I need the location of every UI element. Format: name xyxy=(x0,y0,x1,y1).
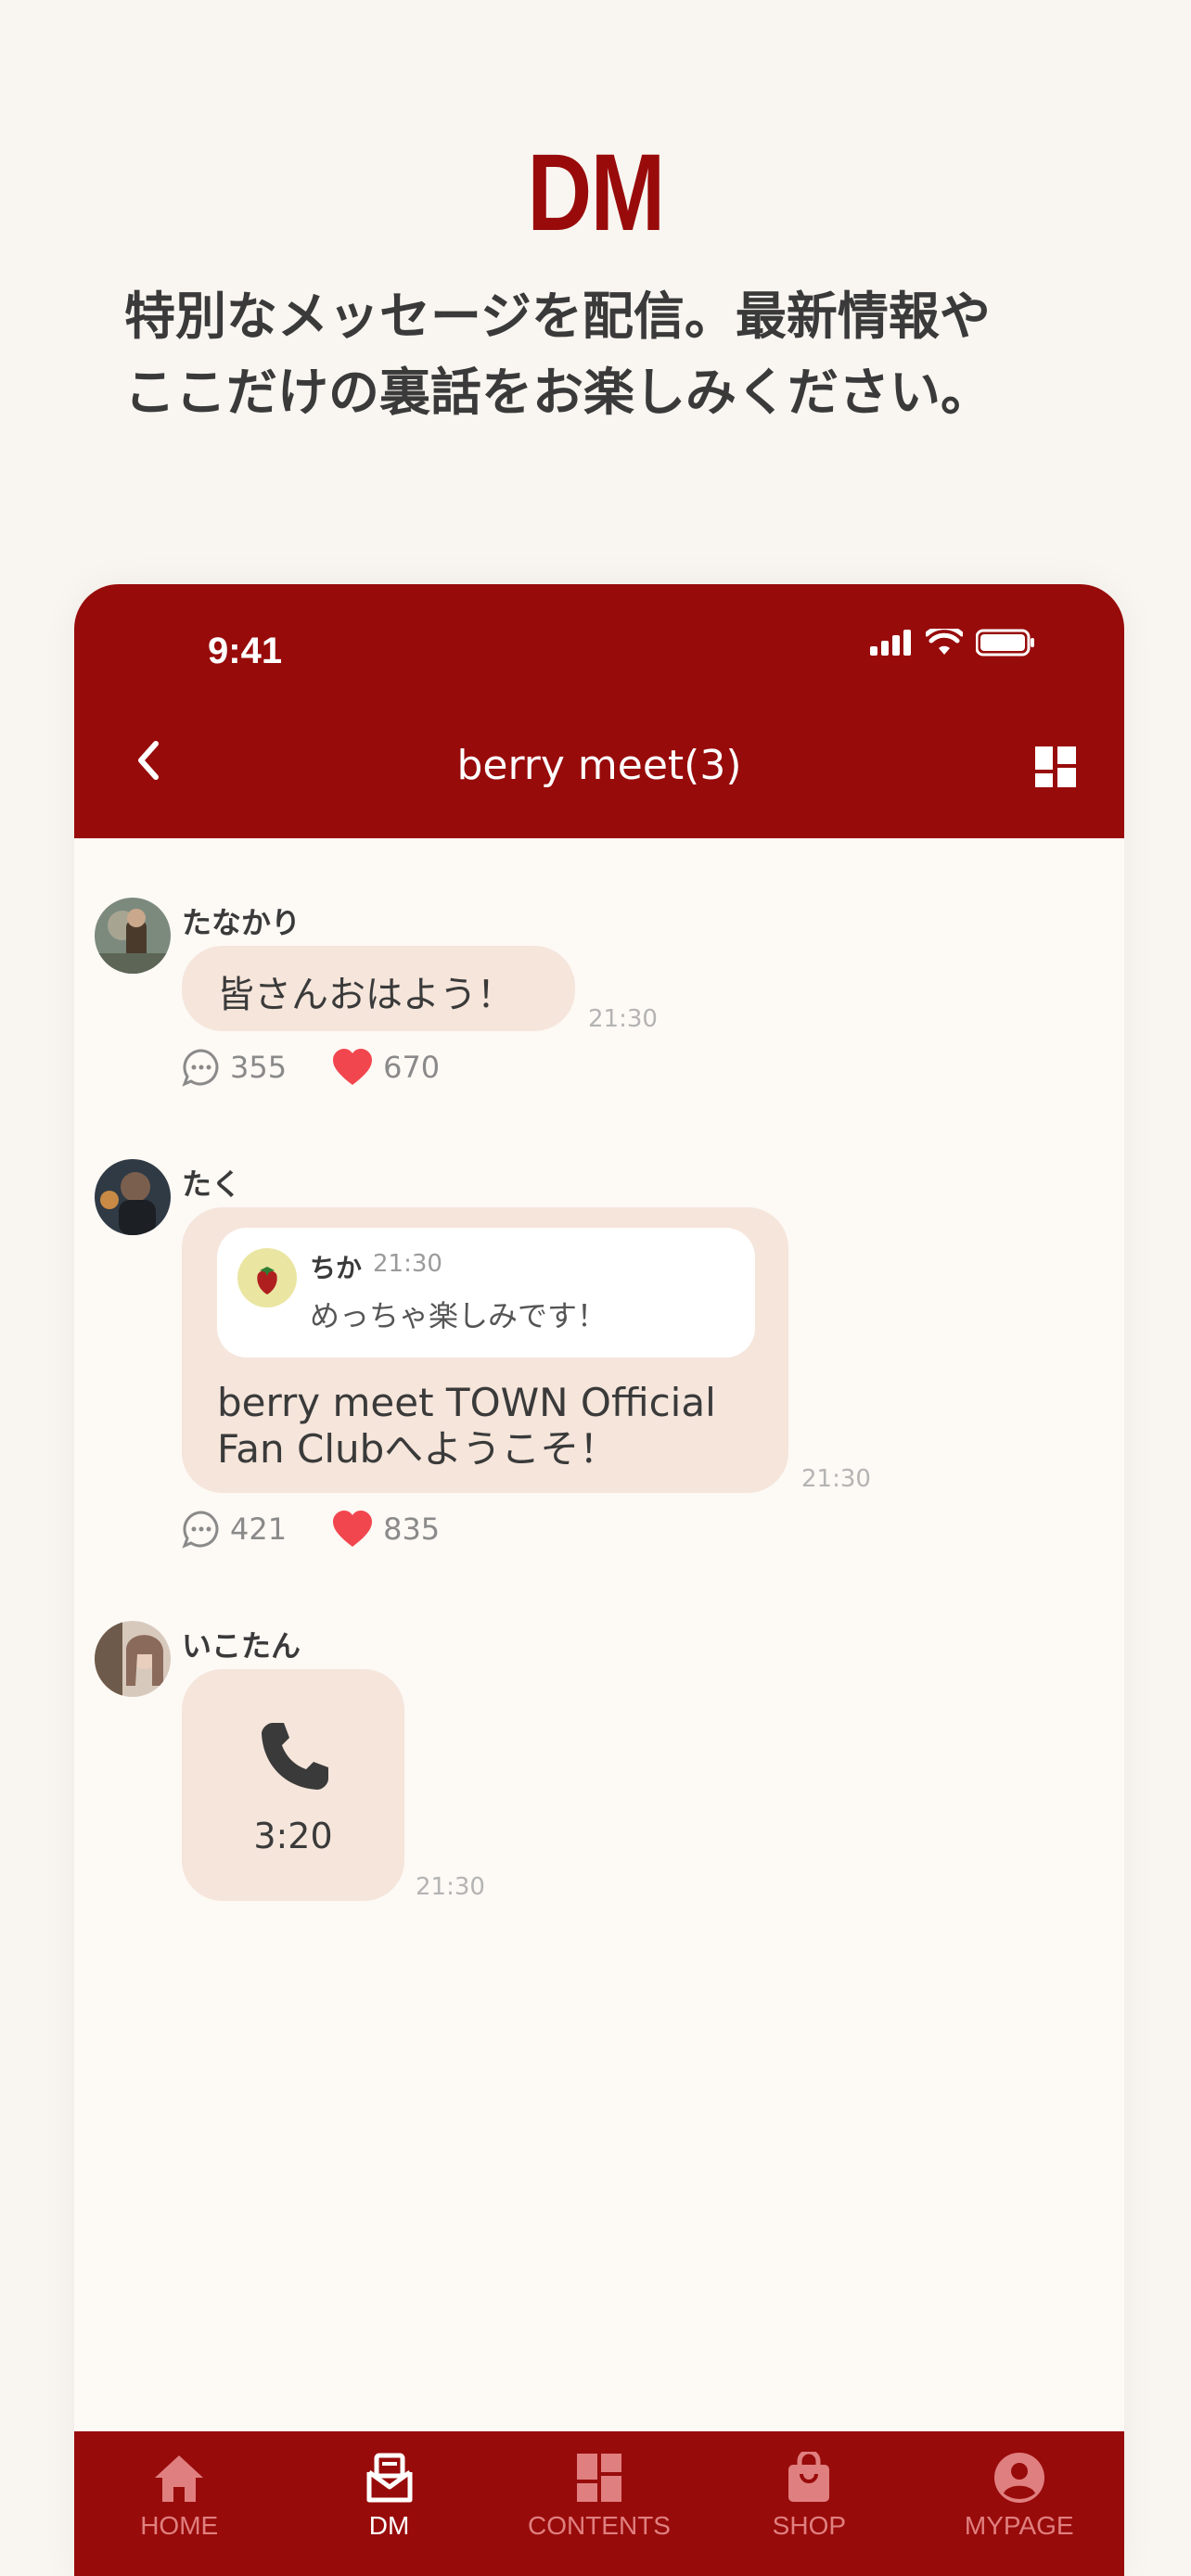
avatar[interactable] xyxy=(95,1621,171,1697)
tab-bar: HOME DM CONTENTS SHOP MYPAGE xyxy=(74,2431,1124,2576)
grid-icon xyxy=(1035,746,1076,787)
quoted-text: めっちゃ楽しみです！ xyxy=(310,1298,608,1333)
signal-icon xyxy=(870,630,911,656)
phone-screen: 9:41 berry meet(3) たなかり 皆さんおはよう！ 21:30 3… xyxy=(74,584,1124,2576)
heart-icon xyxy=(333,1511,373,1547)
message-text: 皆さんおはよう！ xyxy=(217,974,514,1016)
tab-dm[interactable]: DM xyxy=(297,2431,482,2576)
message-bubble[interactable]: 皆さんおはよう！ xyxy=(182,946,575,1031)
strawberry-avatar xyxy=(237,1248,297,1307)
message-text-line-1: berry meet TOWN Official xyxy=(217,1380,716,1425)
message-time: 21:30 xyxy=(588,1005,658,1033)
tab-contents[interactable]: CONTENTS xyxy=(506,2431,692,2576)
tab-label: CONTENTS xyxy=(527,2511,671,2540)
quoted-time: 21:30 xyxy=(373,1250,442,1278)
reactions: 421 835 xyxy=(182,1510,484,1549)
comment-icon xyxy=(182,1049,219,1087)
message-time: 21:30 xyxy=(801,1465,871,1493)
message-text: berry meet TOWN Official Fan Clubへようこそ！ xyxy=(217,1380,716,1473)
tab-label: MYPAGE xyxy=(964,2511,1074,2540)
sender-name: いこたん xyxy=(182,1628,301,1664)
like-count[interactable]: 670 xyxy=(331,1048,440,1087)
message-bubble[interactable]: ちか 21:30 めっちゃ楽しみです！ berry meet TOWN Offi… xyxy=(182,1207,788,1493)
phone-icon xyxy=(262,1723,328,1790)
shop-icon xyxy=(788,2452,830,2502)
tab-label: DM xyxy=(368,2511,410,2540)
comment-count[interactable]: 355 xyxy=(182,1048,287,1087)
menu-grid-button[interactable] xyxy=(1035,746,1076,787)
dm-icon xyxy=(366,2453,413,2503)
status-time: 9:41 xyxy=(208,631,283,671)
call-bubble[interactable]: 3:20 xyxy=(182,1669,404,1901)
avatar[interactable] xyxy=(95,1159,171,1235)
tab-shop[interactable]: SHOP xyxy=(716,2431,902,2576)
battery-icon xyxy=(976,629,1034,657)
promo-line-1: 特別なメッセージを配信。最新情報や xyxy=(124,287,991,346)
header-bar: 9:41 berry meet(3) xyxy=(74,584,1124,838)
quoted-sender: ちか xyxy=(310,1253,363,1283)
comment-count[interactable]: 421 xyxy=(182,1510,287,1549)
sender-name: たく xyxy=(182,1167,242,1202)
contents-icon xyxy=(576,2454,621,2502)
comment-icon xyxy=(182,1511,219,1549)
reactions: 355 670 xyxy=(182,1048,484,1087)
home-icon xyxy=(155,2455,204,2502)
status-icons xyxy=(870,629,1035,657)
call-duration: 3:20 xyxy=(253,1816,333,1856)
tab-mypage[interactable]: MYPAGE xyxy=(927,2431,1112,2576)
wifi-icon xyxy=(926,629,963,655)
avatar[interactable] xyxy=(95,898,171,974)
sender-name: たなかり xyxy=(182,905,301,940)
quoted-message[interactable]: ちか 21:30 めっちゃ楽しみです！ xyxy=(217,1228,755,1358)
promo-headline: DM xyxy=(527,132,665,254)
comment-count-value: 355 xyxy=(230,1050,288,1085)
promo-line-2: ここだけの裏話をお楽しみください。 xyxy=(124,363,992,422)
promo-description: 特別なメッセージを配信。最新情報や ここだけの裏話をお楽しみください。 xyxy=(124,278,1098,430)
comment-count-value: 421 xyxy=(230,1511,288,1547)
like-count-value: 670 xyxy=(383,1050,441,1085)
tab-home[interactable]: HOME xyxy=(86,2431,272,2576)
heart-icon xyxy=(333,1049,373,1085)
message-time: 21:30 xyxy=(416,1873,485,1901)
mypage-icon xyxy=(993,2453,1044,2503)
chat-title: berry meet(3) xyxy=(456,742,742,789)
tab-label: SHOP xyxy=(772,2511,847,2540)
like-count[interactable]: 835 xyxy=(331,1510,440,1549)
message-text-line-2: Fan Clubへようこそ！ xyxy=(217,1426,619,1472)
tab-label: HOME xyxy=(140,2511,219,2540)
like-count-value: 835 xyxy=(383,1511,441,1547)
